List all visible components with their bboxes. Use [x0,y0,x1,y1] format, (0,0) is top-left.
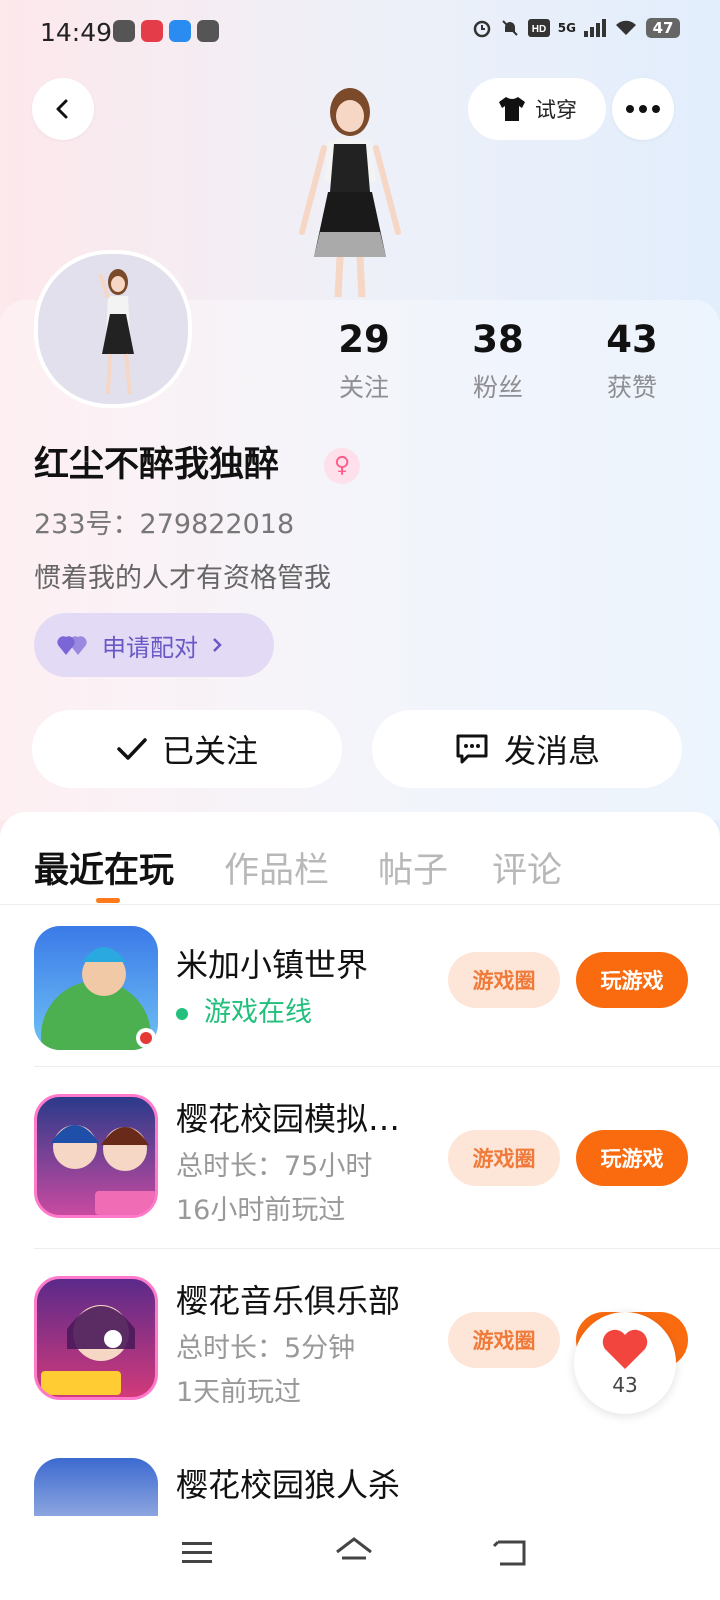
tab-works[interactable]: 作品栏 [224,842,329,893]
list-item[interactable]: 樱花校园模拟… 总时长：75小时 16小时前玩过 游戏圈 玩游戏 [0,1094,720,1274]
more-button[interactable] [612,78,674,140]
check-icon [117,738,147,760]
like-count: 43 [612,1373,638,1397]
tryon-label: 试穿 [535,98,577,122]
shirt-icon [499,97,525,121]
online-label: 游戏在线 [204,997,312,1028]
message-button[interactable]: 发消息 [372,710,682,788]
tab-posts[interactable]: 帖子 [378,842,448,893]
last-played: 16小时前玩过 [176,1195,346,1226]
app-notif-icon [197,20,219,42]
play-duration: 总时长：5分钟 [176,1333,356,1364]
profile-bio: 惯着我的人才有资格管我 [34,563,331,594]
wifi-icon [616,20,636,35]
avatar[interactable] [34,250,192,408]
back-nav-icon[interactable] [492,1538,528,1568]
game-circle-button[interactable]: 游戏圈 [448,1130,560,1186]
game-icon [34,1458,158,1516]
chat-icon [456,734,488,764]
profile-screen: 14:49 HD 5G 47 试穿 29 关注 38 粉丝 43 获赞 红尘不醉… [0,0,720,1600]
app-notif-icon [113,20,135,42]
menu-icon[interactable] [180,1540,214,1566]
avatar-figure [98,269,134,395]
tryon-button[interactable]: 试穿 [468,78,606,140]
divider [34,1248,720,1249]
app-notif-icon [169,20,191,42]
stat-number: 43 [606,318,658,361]
divider [34,1066,720,1067]
more-dots-icon [626,105,660,113]
game-title: 樱花校园模拟… [176,1100,401,1138]
stat-number: 29 [338,318,390,361]
tab-indicator [96,898,120,903]
game-title: 樱花校园狼人杀 [176,1466,401,1504]
female-icon: ♀ [324,448,360,484]
tab-comments[interactable]: 评论 [492,842,562,893]
signal-icon [584,19,606,37]
game-icon [34,1094,158,1218]
chevron-right-icon [213,638,222,652]
game-title: 米加小镇世界 [176,946,369,984]
list-item[interactable]: 米加小镇世界 游戏在线 游戏圈 玩游戏 [0,926,720,1106]
system-nav-bar [0,1516,720,1600]
divider [0,904,720,905]
svg-text:HD: HD [532,24,546,35]
stat-following[interactable]: 29 关注 [304,318,424,404]
match-button[interactable]: 申请配对 [34,613,274,677]
home-icon[interactable] [334,1536,374,1568]
alarm-icon [473,20,491,38]
character-figure[interactable] [290,82,410,302]
play-game-button[interactable]: 玩游戏 [576,952,688,1008]
status-bar: 14:49 HD 5G 47 [0,0,720,66]
last-played: 1天前玩过 [176,1377,302,1408]
app-notif-icon [141,20,163,42]
stat-followers[interactable]: 38 粉丝 [438,318,558,404]
match-label: 申请配对 [102,633,198,662]
followed-label: 已关注 [161,732,258,770]
play-duration: 总时长：75小时 [176,1151,373,1182]
hd-icon: HD [527,19,550,37]
notification-icons [113,20,219,42]
system-icons: HD 5G 47 [472,18,680,38]
tab-recent-play[interactable]: 最近在玩 [34,842,174,893]
stat-likes[interactable]: 43 获赞 [572,318,692,404]
game-icon [34,1276,158,1400]
back-chevron-icon [56,99,68,119]
stat-label: 粉丝 [472,373,523,402]
game-icon [34,926,158,1050]
status-time: 14:49 [40,18,113,47]
like-button[interactable]: 43 [574,1312,676,1414]
game-circle-button[interactable]: 游戏圈 [448,952,560,1008]
heart-icon [602,1329,648,1369]
game-title: 樱花音乐俱乐部 [176,1282,401,1320]
network-type: 5G [557,21,576,35]
online-status: 游戏在线 [176,990,312,1029]
message-label: 发消息 [503,732,600,770]
hearts-icon [57,636,87,655]
profile-uid: 233号：279822018 [34,509,295,540]
online-dot-icon [176,1007,188,1020]
game-circle-button[interactable]: 游戏圈 [448,1312,560,1368]
battery-level: 47 [646,18,680,38]
stat-label: 关注 [338,373,389,402]
back-button[interactable] [32,78,94,140]
mute-icon [502,20,518,36]
play-game-button[interactable]: 玩游戏 [576,1130,688,1186]
stat-label: 获赞 [606,373,657,402]
profile-name: 红尘不醉我独醉 [34,445,280,485]
stat-number: 38 [472,318,524,361]
followed-button[interactable]: 已关注 [32,710,342,788]
list-item[interactable]: 樱花校园狼人杀 [0,1458,720,1516]
